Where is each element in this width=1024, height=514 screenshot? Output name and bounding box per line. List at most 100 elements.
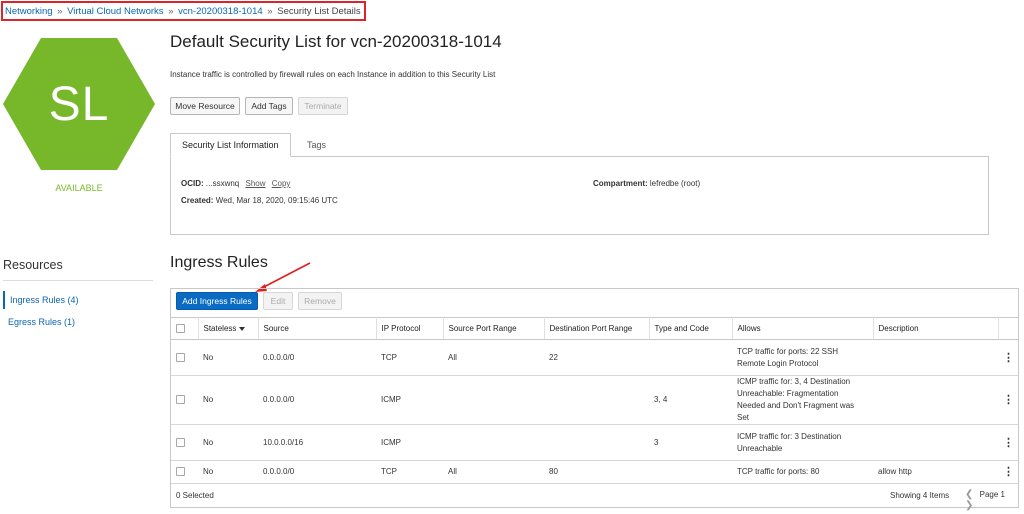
edit-button[interactable]: Edit (263, 292, 293, 310)
cell-allows: TCP traffic for ports: 22 SSH Remote Log… (732, 339, 873, 376)
hexagon-icon: SL (3, 38, 155, 170)
ocid-label: OCID: (181, 179, 204, 188)
cell-destination-port: 80 (544, 460, 649, 484)
cell-stateless: No (198, 339, 258, 376)
items-count: Showing 4 Items (890, 491, 950, 500)
breadcrumb-current: Security List Details (277, 6, 361, 17)
created-label: Created: (181, 196, 214, 205)
breadcrumb-separator: » (267, 6, 273, 17)
cell-source: 0.0.0.0/0 (258, 339, 376, 376)
cell-stateless: No (198, 424, 258, 461)
cell-source: 0.0.0.0/0 (258, 375, 376, 425)
cell-description: allow http (873, 460, 998, 484)
tab-security-list-information[interactable]: Security List Information (170, 133, 291, 157)
column-header-stateless[interactable]: Stateless (198, 317, 259, 340)
row-actions-kebab-icon[interactable]: ⋮ (998, 375, 1018, 425)
pagination: ❮ Page 1 ❯ (963, 489, 1018, 511)
cell-source-port: All (443, 339, 544, 376)
cell-allows: ICMP traffic for: 3, 4 Destination Unrea… (732, 375, 873, 425)
column-header-description: Description (873, 317, 999, 340)
select-all-checkbox[interactable] (176, 324, 185, 334)
table-row: No 0.0.0.0/0 TCP All 22 TCP traffic for … (171, 339, 1018, 376)
breadcrumb-vcns-link[interactable]: Virtual Cloud Networks (67, 6, 163, 17)
terminate-button[interactable]: Terminate (298, 97, 348, 115)
row-checkbox[interactable] (176, 437, 185, 447)
cell-type-code (649, 339, 732, 376)
cell-type-code: 3 (649, 424, 732, 461)
previous-page-icon[interactable]: ❮ (965, 489, 973, 500)
page-title: Default Security List for vcn-20200318-1… (170, 32, 502, 51)
created-value: Wed, Mar 18, 2020, 09:15:46 UTC (215, 196, 338, 205)
table-toolbar: Add Ingress Rules Edit Remove (171, 289, 1018, 317)
resources-divider (3, 280, 153, 281)
cell-allows: ICMP traffic for: 3 Destination Unreacha… (732, 424, 873, 461)
breadcrumb-separator: » (168, 6, 174, 17)
badge-initials: SL (48, 77, 110, 131)
table-footer: 0 Selected Showing 4 Items ❮ Page 1 ❯ (171, 485, 1018, 511)
cell-source: 0.0.0.0/0 (258, 460, 376, 484)
sidebar-item-egress-rules[interactable]: Egress Rules (1) (3, 313, 75, 331)
sidebar-item-ingress-rules[interactable]: Ingress Rules (4) (3, 291, 79, 309)
breadcrumb: Networking » Virtual Cloud Networks » vc… (1, 1, 366, 21)
row-checkbox[interactable] (176, 467, 185, 477)
sort-caret-icon (239, 326, 246, 331)
security-list-info-panel: OCID: ...ssxwnq Show Copy Created: Wed, … (170, 156, 989, 235)
cell-destination-port (544, 424, 649, 461)
cell-stateless: No (198, 460, 258, 484)
cell-source-port (443, 375, 544, 425)
table-header-row: Stateless Source IP Protocol Source Port… (171, 317, 1018, 340)
row-actions-kebab-icon[interactable]: ⋮ (998, 460, 1018, 484)
column-header-source-port-range: Source Port Range (443, 317, 545, 340)
ocid-show-link[interactable]: Show (245, 179, 265, 188)
cell-type-code (649, 460, 732, 484)
remove-button[interactable]: Remove (298, 292, 342, 310)
row-checkbox[interactable] (176, 352, 185, 362)
cell-source-port (443, 424, 544, 461)
table-row: No 0.0.0.0/0 TCP All 80 TCP traffic for … (171, 460, 1018, 484)
ocid-copy-link[interactable]: Copy (272, 179, 291, 188)
ocid-value: ...ssxwnq (205, 179, 240, 188)
tab-tags[interactable]: Tags (296, 133, 337, 157)
page-description: Instance traffic is controlled by firewa… (170, 70, 496, 79)
cell-source: 10.0.0.0/16 (258, 424, 376, 461)
cell-type-code: 3, 4 (649, 375, 732, 425)
compartment-value[interactable]: lefredbe (root) (650, 179, 700, 188)
rules-grid: Stateless Source IP Protocol Source Port… (171, 317, 1018, 484)
next-page-icon[interactable]: ❯ (965, 500, 973, 511)
ocid-field: OCID: ...ssxwnq Show Copy (181, 179, 290, 188)
row-checkbox[interactable] (176, 395, 185, 405)
ingress-rules-table: Add Ingress Rules Edit Remove Stateless … (170, 288, 1019, 511)
breadcrumb-vcn-link[interactable]: vcn-20200318-1014 (178, 6, 263, 17)
table-row: No 0.0.0.0/0 ICMP 3, 4 ICMP traffic for:… (171, 375, 1018, 425)
column-header-source: Source (258, 317, 377, 340)
selected-count: 0 Selected (176, 491, 214, 500)
cell-allows: TCP traffic for ports: 80 (732, 460, 873, 484)
cell-stateless: No (198, 375, 258, 425)
cell-description (873, 339, 998, 376)
select-all-header (171, 317, 199, 340)
table-row: No 10.0.0.0/16 ICMP 3 ICMP traffic for: … (171, 424, 1018, 461)
cell-description (873, 424, 998, 461)
add-tags-button[interactable]: Add Tags (245, 97, 293, 115)
actions-header (998, 317, 1018, 340)
compartment-label: Compartment: (593, 179, 648, 188)
column-header-allows: Allows (732, 317, 874, 340)
add-ingress-rules-button[interactable]: Add Ingress Rules (176, 292, 258, 310)
row-actions-kebab-icon[interactable]: ⋮ (998, 424, 1018, 461)
cell-protocol: ICMP (376, 375, 443, 425)
column-header-type-and-code: Type and Code (649, 317, 733, 340)
column-header-destination-port-range: Destination Port Range (544, 317, 650, 340)
resource-badge: SL (3, 38, 155, 170)
cell-source-port: All (443, 460, 544, 484)
created-field: Created: Wed, Mar 18, 2020, 09:15:46 UTC (181, 196, 338, 205)
cell-protocol: TCP (376, 460, 443, 484)
cell-destination-port (544, 375, 649, 425)
lifecycle-state: AVAILABLE (55, 183, 103, 193)
row-actions-kebab-icon[interactable]: ⋮ (998, 339, 1018, 376)
cell-description (873, 375, 998, 425)
breadcrumb-networking-link[interactable]: Networking (5, 6, 53, 17)
breadcrumb-separator: » (57, 6, 63, 17)
move-resource-button[interactable]: Move Resource (170, 97, 240, 115)
details-tabs: Security List Information Tags OCID: ...… (170, 133, 989, 235)
page-indicator: Page 1 (979, 490, 1005, 499)
